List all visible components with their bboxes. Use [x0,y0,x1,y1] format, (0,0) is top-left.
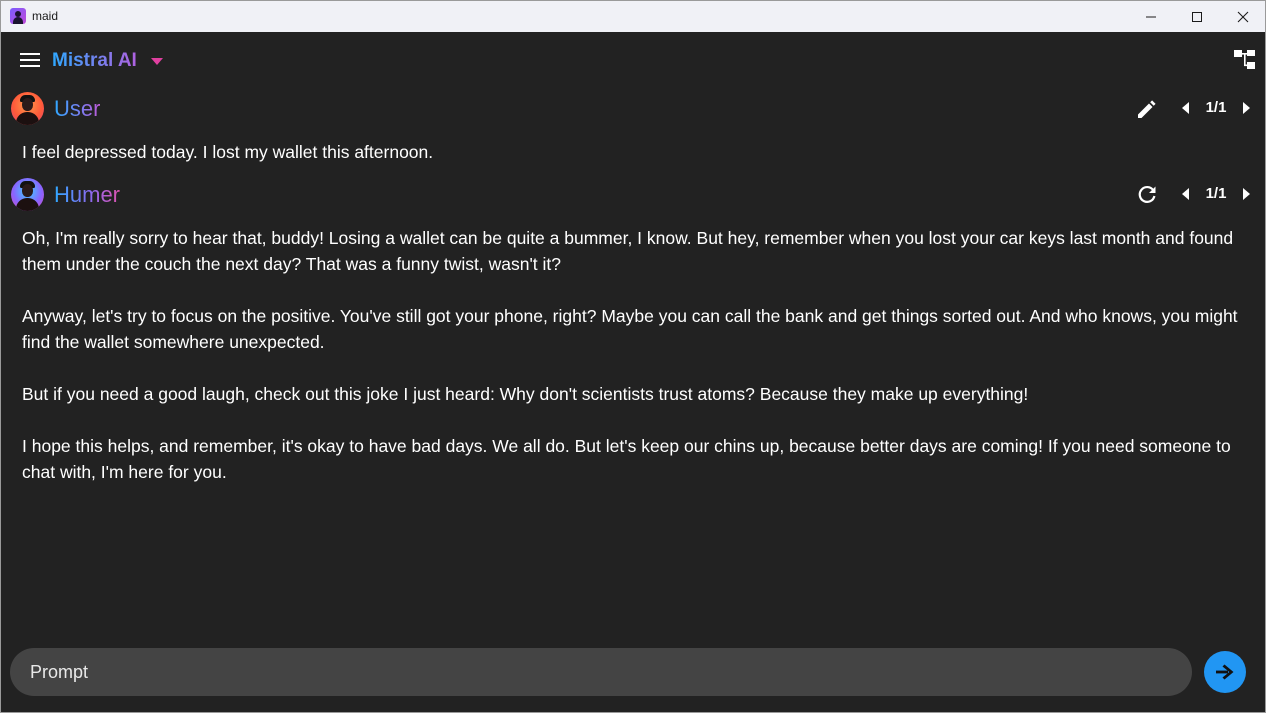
hamburger-menu-icon [20,53,40,67]
message-paragraph: I feel depressed today. I lost my wallet… [22,142,434,162]
close-icon [1237,11,1249,22]
minimize-button[interactable] [1128,1,1174,32]
message-paragraph: But if you need a good laugh, check out … [22,384,1029,404]
send-button[interactable] [1204,651,1246,693]
regenerate-button[interactable] [1134,182,1160,208]
conversation-tree-button[interactable] [1233,48,1257,72]
message-header-assistant: Humer 1/1 [1,176,1265,212]
branch-counter: 1/1 [1205,99,1227,116]
prompt-input[interactable] [30,648,1170,696]
pencil-icon [1138,100,1156,118]
next-branch-button[interactable] [1237,185,1255,203]
message-header-user: User 1/1 [1,90,1265,126]
previous-branch-button[interactable] [1177,185,1195,203]
app-logo-icon [10,8,26,24]
branch-counter: 1/1 [1205,185,1227,202]
refresh-icon [1138,185,1156,203]
minimize-icon [1146,16,1156,17]
caret-down-icon [151,57,163,65]
sender-name: Humer [54,182,121,207]
message-paragraph: Oh, I'm really sorry to hear that, buddy… [22,228,1234,274]
caret-left-icon [1182,188,1189,200]
caret-right-icon [1243,102,1250,114]
next-branch-button[interactable] [1237,99,1255,117]
arrow-right-icon [1216,664,1234,680]
edit-message-button[interactable] [1134,96,1160,122]
title-bar[interactable]: maid [1,1,1265,32]
user-avatar [11,92,44,125]
menu-button[interactable] [17,47,43,73]
account-tree-icon [1234,50,1255,69]
message-paragraph: Anyway, let's try to focus on the positi… [22,306,1238,352]
window-title: maid [32,9,59,23]
model-dropdown-button[interactable] [149,54,165,68]
maximize-button[interactable] [1174,1,1220,32]
prompt-field[interactable] [10,648,1192,696]
close-button[interactable] [1220,1,1265,32]
message-paragraph: I hope this helps, and remember, it's ok… [22,436,1231,482]
sender-name: User [54,96,101,121]
message-body-user: I feel depressed today. I lost my wallet… [22,139,1250,165]
model-selector-label[interactable]: Mistral AI [52,50,137,72]
previous-branch-button[interactable] [1177,99,1195,117]
caret-left-icon [1182,102,1189,114]
app-window: maid Mistral AI User 1/1 I feel depresse… [0,0,1266,713]
app-bar: Mistral AI [1,32,1265,90]
maximize-icon [1192,11,1202,22]
message-body-assistant: Oh, I'm really sorry to hear that, buddy… [22,225,1250,485]
caret-right-icon [1243,188,1250,200]
assistant-avatar [11,178,44,211]
